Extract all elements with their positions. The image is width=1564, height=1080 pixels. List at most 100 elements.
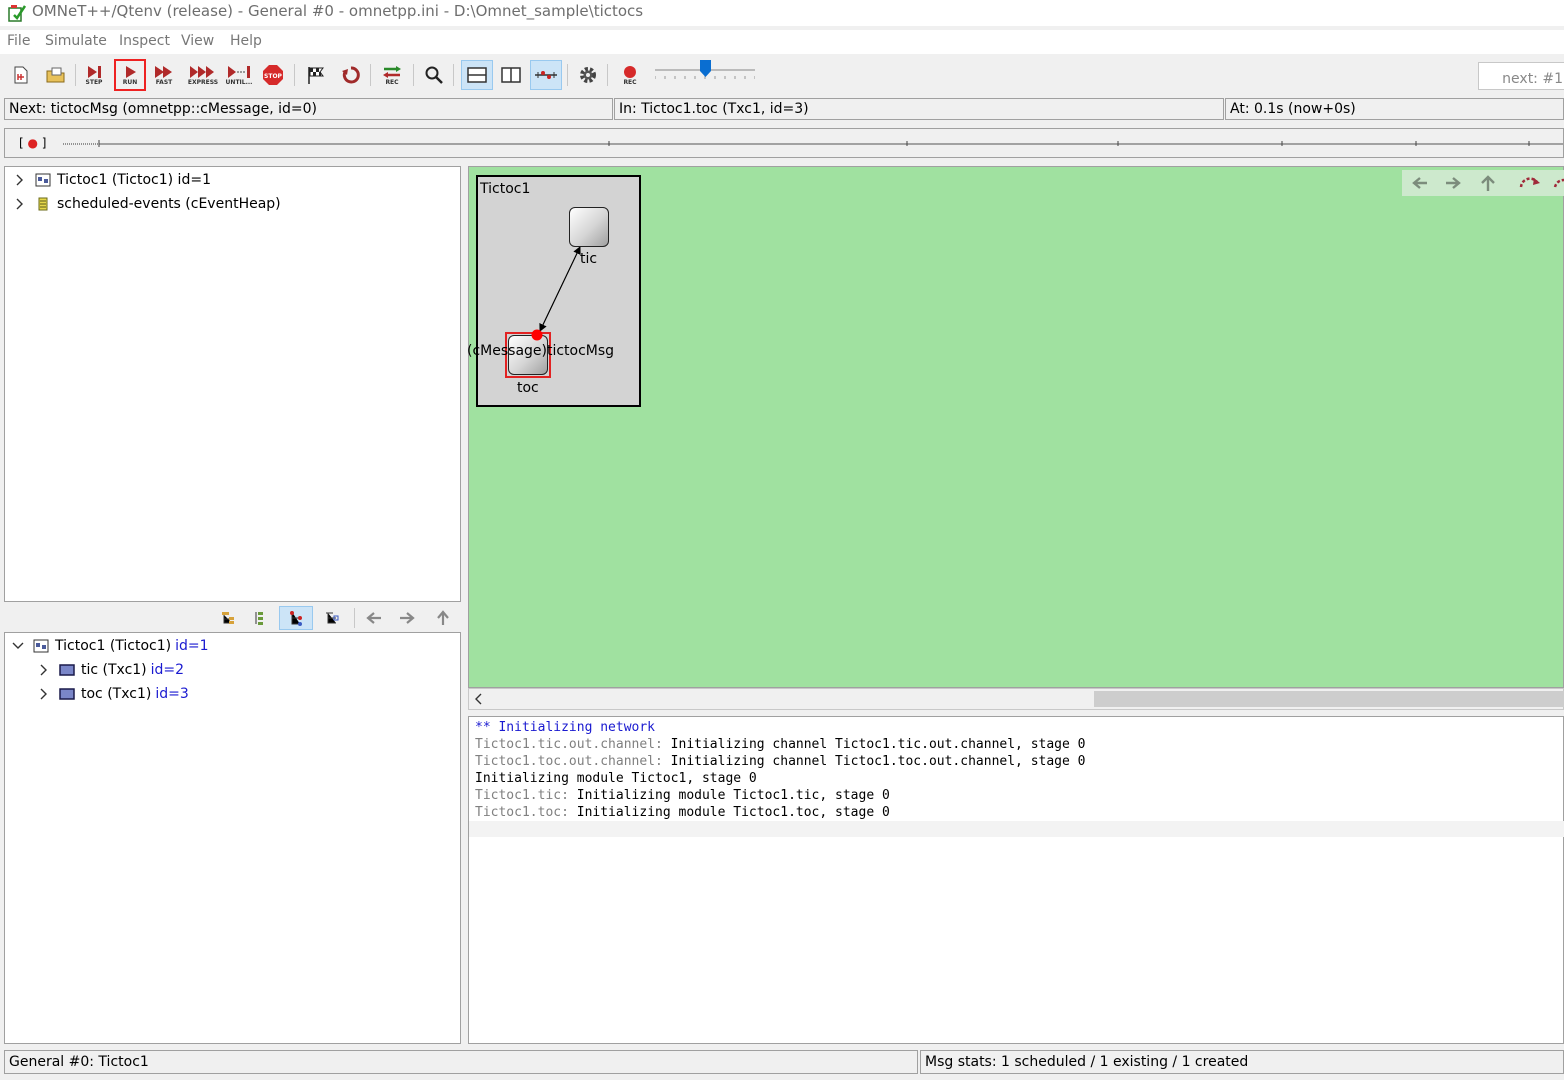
toolbar-separator [354, 608, 355, 628]
find-inspect-button[interactable] [419, 60, 449, 90]
fast-run-button[interactable]: FAST [149, 60, 179, 90]
stop-icon: STOP [263, 65, 283, 85]
message-dot[interactable] [531, 329, 543, 341]
split-horizontal-icon [467, 67, 487, 83]
express-run-button[interactable]: EXPRESS [186, 60, 220, 90]
menu-help[interactable]: Help [230, 33, 262, 49]
object-tree-panel: Tictoc1 (Tictoc1) id=1 scheduled-events … [4, 166, 461, 602]
simple-module-icon [59, 688, 75, 700]
arrow-right-icon[interactable] [1443, 174, 1463, 192]
log-line: ** Initializing network [475, 720, 656, 735]
step-caption: STEP [85, 78, 103, 86]
mode-flat-button[interactable] [247, 606, 271, 630]
menu-view[interactable]: View [181, 33, 214, 49]
tree-item-id: id=1 [175, 638, 209, 654]
event-heap-icon [38, 197, 48, 211]
back-button[interactable] [362, 606, 386, 630]
chevron-right-icon[interactable] [13, 173, 27, 187]
fast-caption: FAST [155, 78, 173, 86]
inheritance-mode-icon [290, 611, 302, 626]
chevron-right-icon[interactable] [37, 687, 51, 701]
event-timeline[interactable]: [ ● ] [4, 128, 1564, 158]
tic-module[interactable] [569, 207, 609, 247]
inspector-toolbar [4, 604, 461, 632]
tree-item-network[interactable]: Tictoc1 (Tictoc1) id=1 [13, 169, 211, 191]
arrow-left-icon[interactable] [1410, 174, 1430, 192]
checkered-flag-icon [308, 67, 324, 84]
speed-slider-thumb[interactable] [700, 60, 711, 77]
chevron-right-icon[interactable] [13, 197, 27, 211]
network-icon [33, 639, 49, 653]
run-button[interactable]: RUN [114, 59, 146, 91]
tree-item-tictoc1[interactable]: Tictoc1 (Tictoc1) id=1 [11, 635, 209, 657]
zoom-icon[interactable] [1552, 174, 1564, 192]
open-folder-icon [46, 67, 65, 83]
load-ned-button[interactable] [41, 60, 71, 90]
next-event-field: next: #1 [1478, 62, 1564, 90]
canvas-nav-toolbar [1402, 170, 1564, 196]
tree-item-id: id=2 [150, 662, 185, 678]
run-until-icon [228, 65, 250, 78]
layout-vertical-button[interactable] [496, 60, 526, 90]
main-toolbar: STEP RUN FAST EXPRESS UNTIL... STOP REC … [0, 56, 1564, 94]
mode-grouped-button[interactable] [320, 606, 344, 630]
layout-horizontal-button[interactable] [461, 60, 493, 90]
relayout-icon[interactable] [1518, 174, 1542, 192]
preferences-button[interactable] [573, 60, 603, 90]
finalize-button[interactable] [301, 60, 331, 90]
tree-item-label: Tictoc1 (Tictoc1) id=1 [57, 172, 211, 188]
toolbar-separator [567, 64, 568, 86]
step-icon [88, 65, 101, 78]
record-network-icon [383, 65, 401, 78]
chevron-right-icon[interactable] [37, 663, 51, 677]
log-line: Tictoc1.toc.out.channel: Initializing ch… [475, 754, 1086, 769]
record-network-button[interactable]: REC [377, 60, 407, 90]
express-caption: EXPRESS [187, 78, 219, 86]
express-run-icon [190, 65, 214, 78]
omnetpp-app-icon [8, 5, 26, 22]
step-button[interactable]: STEP [79, 60, 109, 90]
scrollbar-thumb[interactable] [1094, 691, 1564, 707]
forward-button[interactable] [395, 606, 419, 630]
record-video-button[interactable]: REC [615, 60, 645, 90]
toolbar-separator [453, 64, 454, 86]
simulation-time-status: At: 0.1s (now+0s) [1225, 98, 1564, 120]
chevron-left-icon[interactable] [473, 693, 485, 705]
mode-inheritance-button[interactable] [279, 606, 313, 630]
msg-stats-status: Msg stats: 1 scheduled / 1 existing / 1 … [920, 1050, 1564, 1074]
arrow-up-icon[interactable] [1479, 173, 1497, 193]
run-icon [126, 65, 136, 78]
rebuild-network-button[interactable] [336, 60, 366, 90]
parent-button[interactable] [431, 606, 455, 630]
menu-inspect[interactable]: Inspect [119, 33, 170, 49]
chevron-down-icon[interactable] [11, 639, 25, 653]
menu-simulate[interactable]: Simulate [45, 33, 107, 49]
run-until-button[interactable]: UNTIL... [223, 60, 255, 90]
menu-bar: File Simulate Inspect View Help [0, 30, 1564, 54]
search-icon [425, 66, 443, 84]
until-caption: UNTIL... [225, 78, 253, 86]
mode-children-button[interactable] [216, 606, 240, 630]
log-line: Tictoc1.tic: Initializing module Tictoc1… [475, 788, 890, 803]
record-icon [624, 65, 636, 78]
new-network-button[interactable] [6, 60, 36, 90]
message-label: (cMessage)tictocMsg [467, 343, 615, 359]
timeline-marker: [ ● ] [19, 136, 47, 150]
module-tree-panel: Tictoc1 (Tictoc1) id=1 tic (Txc1) id=2 t… [4, 632, 461, 1044]
arrow-up-icon [437, 610, 449, 625]
tree-item-label: toc (Txc1) [81, 686, 152, 702]
next-event-number: next: #1 [1502, 71, 1563, 87]
timeline-axis [63, 140, 1563, 147]
stop-button[interactable]: STOP [258, 60, 288, 90]
window-title: OMNeT++/Qtenv (release) - General #0 - o… [32, 2, 644, 20]
tree-item-toc[interactable]: toc (Txc1) id=3 [37, 683, 189, 705]
timeline-toggle-button[interactable] [530, 60, 562, 90]
tree-item-tic[interactable]: tic (Txc1) id=2 [37, 659, 184, 681]
tree-item-label: scheduled-events (cEventHeap) [57, 196, 281, 212]
menu-file[interactable]: File [7, 33, 30, 49]
split-vertical-icon [501, 67, 521, 83]
toolbar-separator [607, 64, 608, 86]
tree-item-scheduled-events[interactable]: scheduled-events (cEventHeap) [13, 193, 281, 215]
toolbar-separator [370, 64, 371, 86]
log-panel[interactable]: ** Initializing network Tictoc1.tic.out.… [468, 716, 1564, 1044]
